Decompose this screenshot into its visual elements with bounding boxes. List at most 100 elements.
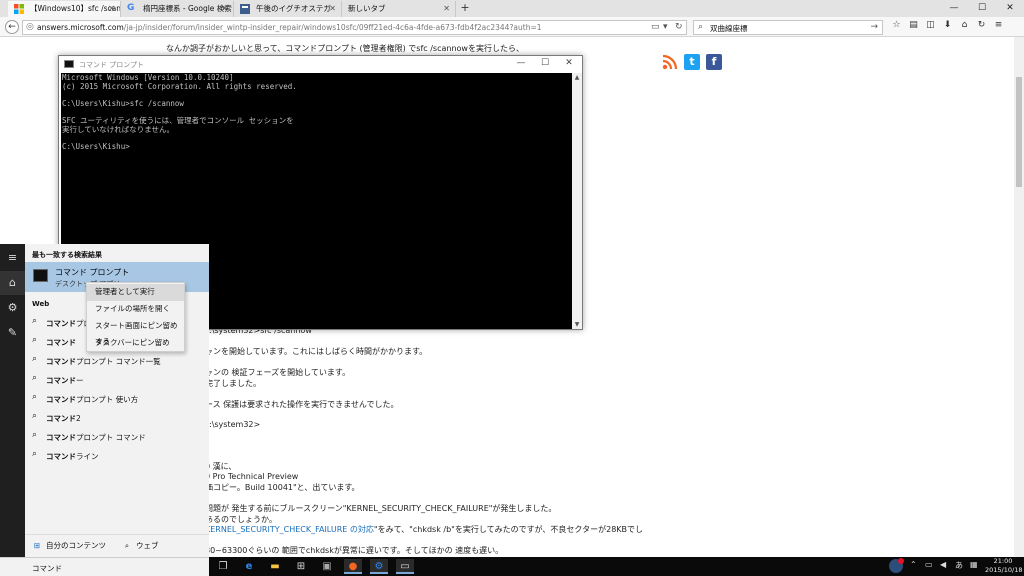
console-line: C:\Users\Kishu>sfc /scannow (62, 98, 184, 108)
scroll-up-icon[interactable]: ▲ (572, 74, 582, 81)
task-view-icon[interactable]: ❐ (214, 559, 232, 574)
home-icon[interactable]: ⌂ (957, 20, 972, 30)
menu-item-run-as-admin[interactable]: 管理者として実行 (87, 284, 184, 301)
command-prompt-taskbar-icon[interactable]: ▭ (396, 559, 414, 574)
ime-icon[interactable]: あ (955, 560, 963, 571)
scroll-down-icon[interactable]: ▼ (572, 321, 582, 328)
bookmark-star-icon[interactable]: ☆ (889, 20, 904, 30)
console-scrollbar[interactable]: ▲ ▼ (572, 73, 582, 329)
web-section-header: Web (32, 300, 50, 308)
hamburger-menu-icon[interactable]: ≡ (0, 246, 25, 270)
suggestion-bold: コマンド (46, 395, 76, 404)
search-icon: ⌕ (32, 373, 38, 383)
file-explorer-icon[interactable]: ▬ (266, 559, 284, 574)
facebook-icon[interactable]: f (706, 54, 722, 70)
menu-item-pin-to-taskbar[interactable]: タスクバーにピン留め (87, 335, 184, 352)
blog-icon (240, 4, 250, 14)
body-line: 価コピー。Build 10041"と、出ています。 (205, 483, 360, 492)
console-line: 実行していなければなりません。 (62, 124, 175, 134)
app-icon[interactable]: ▣ (318, 559, 336, 574)
dropdown-arrow-icon[interactable]: ▾ (663, 22, 668, 32)
address-bar[interactable]: ◎ answers.microsoft.com/ja-jp/insider/fo… (22, 20, 687, 35)
suggestion-rest: プロンプト コマンド一覧 (76, 357, 161, 366)
search-icon: ⌕ (32, 430, 38, 440)
volume-icon[interactable]: ◀ (940, 560, 946, 569)
notification-avatar-icon[interactable] (888, 558, 904, 576)
article-link[interactable]: KERNEL_SECURITY_CHECK_FAILURE の対応 (205, 525, 374, 534)
settings-app-icon[interactable]: ⚙ (370, 559, 388, 574)
search-icon: ⌕ (32, 354, 38, 364)
clock-time: 21:00 (993, 557, 1013, 565)
network-icon[interactable]: ▭ (925, 560, 933, 569)
close-tab-icon[interactable]: ✕ (108, 1, 115, 16)
taskbar: コマンド ❐ e ▬ ⊞ ▣ ● ⚙ ▭ ⌃ ▭ ◀ あ ▦ 21:00 201… (0, 557, 1024, 576)
reload-icon[interactable]: ↻ (675, 22, 683, 32)
web-suggestion[interactable]: ⌕ コマンドー (25, 370, 209, 388)
web-suggestion[interactable]: ⌕ コマンドプロンプト コマンド (25, 427, 209, 445)
settings-gear-icon[interactable]: ⚙ (0, 296, 25, 320)
console-line: C:\Users\Kishu> (62, 141, 130, 151)
sync-icon[interactable]: ↻ (974, 20, 989, 30)
windows-logo-icon (14, 4, 24, 14)
web-suggestion[interactable]: ⌕ コマンド2 (25, 408, 209, 426)
suggestion-bold: コマンド (46, 376, 76, 385)
edge-icon[interactable]: e (240, 559, 258, 574)
tray-expand-icon[interactable]: ⌃ (910, 560, 917, 569)
store-icon[interactable]: ⊞ (292, 559, 310, 574)
cmd-close-button[interactable]: ✕ (559, 58, 579, 68)
windows-logo-icon: ⊞ (33, 541, 41, 550)
body-line: :\system32> (209, 420, 261, 429)
scrollbar-thumb[interactable] (1016, 77, 1022, 187)
close-tab-icon[interactable]: ✕ (329, 1, 336, 16)
rss-icon[interactable] (662, 54, 678, 70)
page-scrollbar[interactable] (1014, 37, 1024, 557)
scope-web-button[interactable]: ⌕ ウェブ (121, 535, 159, 558)
taskbar-search-box[interactable]: コマンド (0, 557, 209, 576)
body-line: ャンの 検証フェーズを開始しています。 (205, 368, 351, 377)
pocket-icon[interactable]: ◫ (923, 20, 938, 30)
tab-new[interactable]: 新しいタブ ✕ (342, 1, 456, 17)
menu-item-open-file-location[interactable]: ファイルの場所を開く (87, 301, 184, 318)
close-tab-icon[interactable]: ✕ (443, 1, 450, 16)
reading-list-icon[interactable]: ▤ (906, 20, 921, 30)
reader-view-icon[interactable]: ▭ (651, 22, 660, 32)
download-icon[interactable]: ⬇ (940, 20, 955, 30)
search-icon: ⌕ (32, 316, 38, 326)
maximize-button[interactable]: ☐ (968, 0, 996, 17)
tab-blog[interactable]: 午後のイグチオステガ ✕ (234, 1, 342, 17)
keyboard-icon[interactable]: ▦ (970, 560, 978, 569)
suggestion-bold: コマンド (46, 433, 76, 442)
back-button[interactable]: ← (5, 20, 19, 34)
url-path: /ja-jp/insider/forum/insider_wintp-insid… (123, 23, 542, 32)
cmd-minimize-button[interactable]: — (511, 58, 531, 68)
web-suggestion[interactable]: ⌕ コマンドプロンプト 使い方 (25, 389, 209, 407)
firefox-icon[interactable]: ● (344, 559, 362, 574)
taskbar-clock[interactable]: 21:00 2015/10/18 (985, 557, 1022, 575)
body-line: 0 Pro Technical Preview (205, 472, 299, 481)
close-window-button[interactable]: ✕ (996, 0, 1024, 17)
body-text: "をみて、"chkdsk /b"を実行してみたのですが、不良セクターが28KBで… (373, 525, 644, 534)
twitter-icon[interactable]: t (684, 54, 700, 70)
new-tab-button[interactable]: + (458, 0, 472, 17)
home-icon[interactable]: ⌂ (0, 271, 25, 295)
cmd-title-bar[interactable]: コマンド プロンプト — ☐ ✕ (59, 56, 582, 73)
tab-google-search[interactable]: G 楕円座標系 - Google 検索 ✕ (121, 1, 234, 17)
menu-icon[interactable]: ≡ (991, 20, 1006, 30)
cmd-icon (64, 60, 74, 68)
web-suggestion[interactable]: ⌕ コマンドプロンプト コマンド一覧 (25, 351, 209, 369)
scope-my-stuff-button[interactable]: ⊞ 自分のコンテンツ (31, 535, 106, 558)
feedback-icon[interactable]: ✎ (0, 321, 25, 345)
search-icon: ⌕ (698, 22, 704, 32)
close-tab-icon[interactable]: ✕ (221, 1, 228, 16)
web-suggestion[interactable]: ⌕ コマンドライン (25, 446, 209, 464)
search-go-icon[interactable]: → (870, 22, 878, 32)
cmd-maximize-button[interactable]: ☐ (535, 58, 555, 68)
tab-label: 新しいタブ (348, 4, 386, 13)
tab-label: 楕円座標系 - Google 検索 (143, 4, 232, 13)
tab-windows10-sfc[interactable]: 【Windows10】sfc /scanno... ✕ (8, 1, 121, 17)
minimize-button[interactable]: — (940, 0, 968, 17)
search-box[interactable]: ⌕ 双曲線座標 → (693, 20, 883, 35)
menu-item-pin-to-start[interactable]: スタート画面にピン留めする (87, 318, 184, 346)
search-icon: ⌕ (32, 411, 38, 421)
